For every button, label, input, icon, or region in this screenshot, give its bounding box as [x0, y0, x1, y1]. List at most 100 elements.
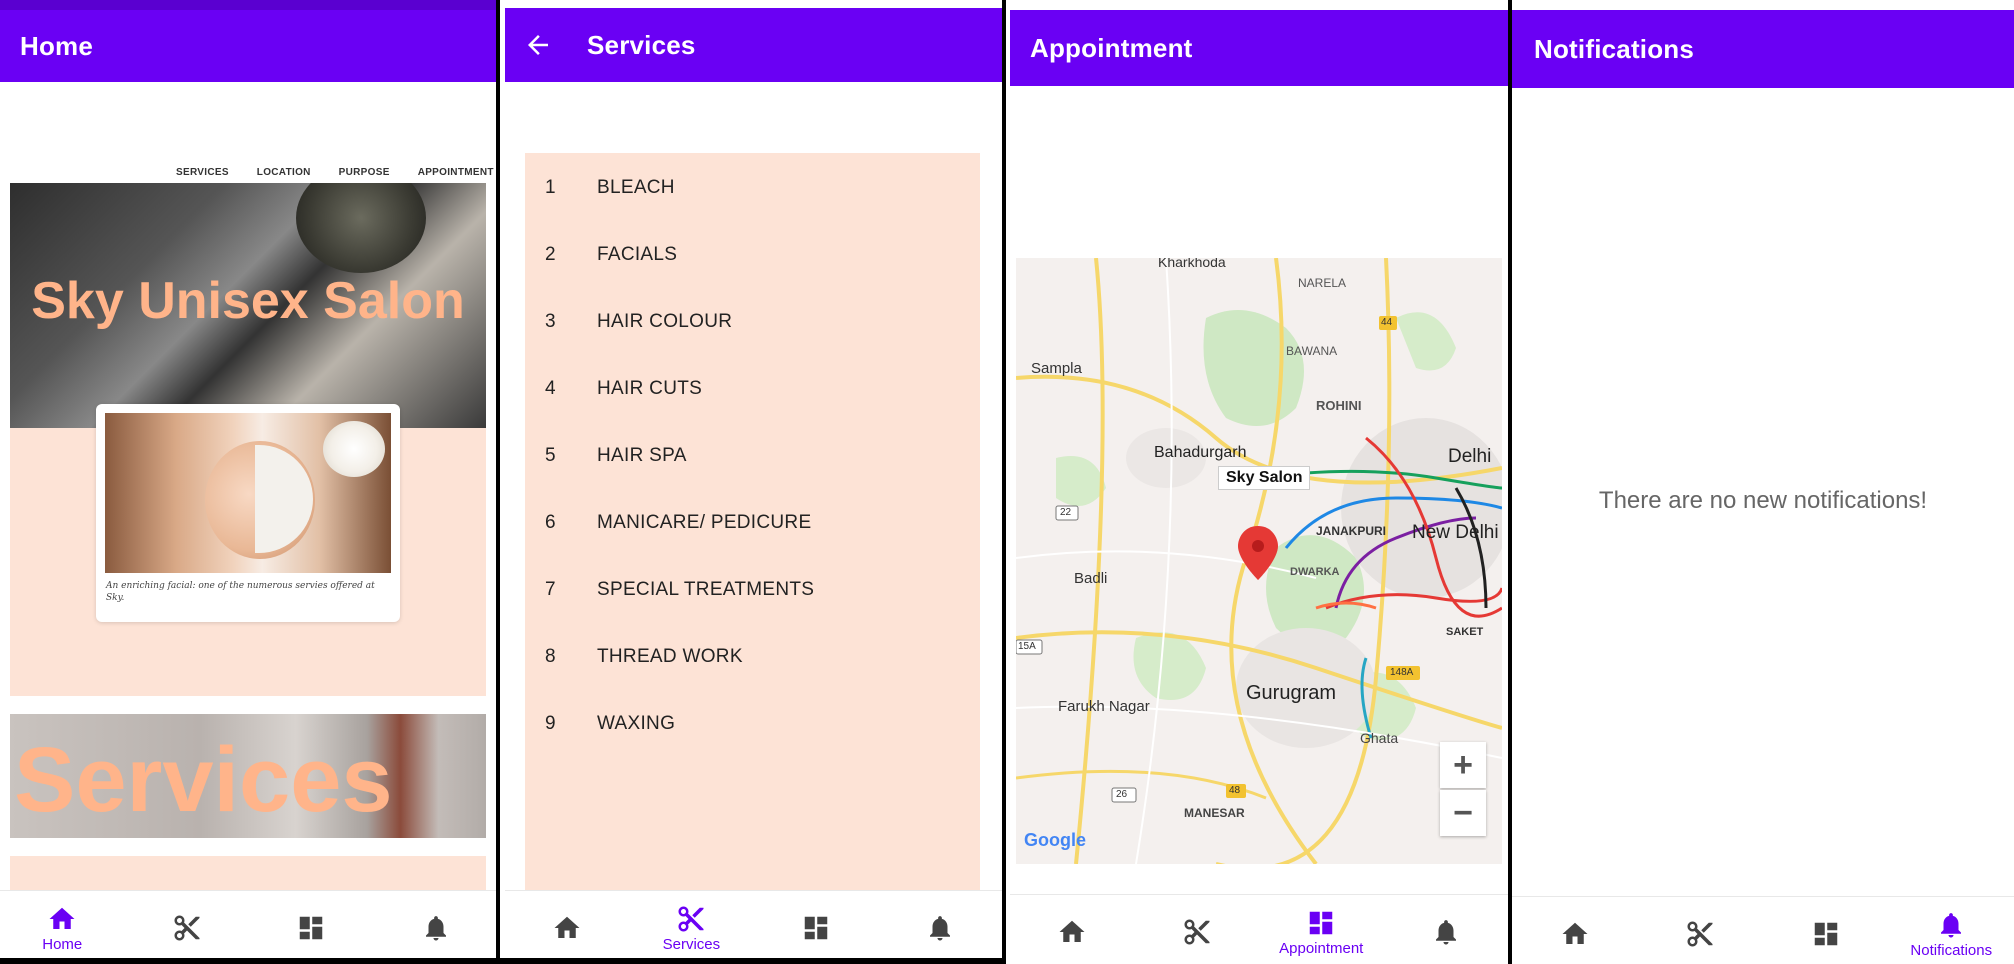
- nav-home[interactable]: Home: [0, 891, 125, 964]
- bottom-navigation: Home: [0, 890, 498, 964]
- nav-home[interactable]: [1512, 897, 1638, 964]
- nav-notifications[interactable]: [878, 891, 1002, 964]
- services-banner-text: Services: [14, 729, 393, 831]
- nav-services-label: Services: [662, 935, 721, 953]
- map-label: Kharkhoda: [1158, 258, 1226, 270]
- nav-appointment[interactable]: [249, 891, 374, 964]
- home-icon: [1562, 922, 1588, 944]
- home-nav-links: SERVICES LOCATION PURPOSE APPOINTMENT: [176, 167, 494, 178]
- link-appointment[interactable]: APPOINTMENT: [418, 167, 494, 178]
- scissors-icon: [678, 906, 704, 931]
- nav-appointment[interactable]: Appointment: [1259, 895, 1384, 964]
- google-logo: Google: [1024, 830, 1086, 850]
- page-title: Services: [587, 29, 696, 60]
- map-label: Sampla: [1031, 360, 1082, 377]
- map-label: 26: [1116, 789, 1128, 800]
- list-item[interactable]: 9 WAXING: [525, 704, 980, 744]
- card-caption: An enriching facial: one of the numerous…: [106, 581, 375, 603]
- notifications-screen: Notifications There are no new notificat…: [1512, 0, 2014, 964]
- list-item[interactable]: 8 THREAD WORK: [525, 637, 980, 677]
- services-banner: Services: [10, 714, 486, 838]
- nav-services[interactable]: Services: [629, 891, 753, 964]
- nav-services[interactable]: [1135, 895, 1260, 964]
- list-item[interactable]: 2 FACIALS: [525, 235, 980, 275]
- map-label: New Delhi: [1412, 522, 1499, 543]
- hero-image: Sky Unisex Salon: [10, 183, 486, 428]
- nav-appointment[interactable]: [754, 891, 878, 964]
- hero-decoration: [296, 183, 426, 273]
- map-label: 22: [1060, 507, 1072, 518]
- nav-home[interactable]: [1010, 895, 1135, 964]
- map-label: Bahadurgarh: [1154, 444, 1247, 461]
- map-label: Badli: [1074, 570, 1108, 587]
- page-title: Appointment: [1030, 32, 1193, 63]
- map-label: 15A: [1018, 641, 1036, 652]
- zoom-out-button[interactable]: −: [1440, 790, 1486, 836]
- nav-appointment-label: Appointment: [1279, 939, 1364, 957]
- list-item[interactable]: 1 BLEACH: [525, 168, 980, 208]
- map-label: Delhi: [1448, 446, 1492, 467]
- bottom-navigation: Services: [505, 890, 1002, 964]
- map-label: DWARKA: [1290, 566, 1340, 578]
- list-item[interactable]: 5 HAIR SPA: [525, 436, 980, 476]
- bottom-navigation: Notifications: [1512, 896, 2014, 964]
- home-app-bar: Home: [0, 10, 498, 82]
- nav-home[interactable]: [505, 891, 629, 964]
- facial-photo: [105, 413, 391, 573]
- map-label: JANAKPURI: [1316, 524, 1387, 538]
- page-title: Notifications: [1534, 33, 1695, 64]
- list-item[interactable]: 3 HAIR COLOUR: [525, 302, 980, 342]
- empty-notifications-message: There are no new notifications!: [1598, 487, 1928, 514]
- dashboard-icon: [1310, 911, 1333, 934]
- bell-icon: [1435, 920, 1456, 945]
- bell-icon: [425, 916, 446, 941]
- scissors-icon: [1687, 921, 1713, 947]
- map-label: 44: [1381, 317, 1393, 328]
- list-item[interactable]: 7 SPECIAL TREATMENTS: [525, 570, 980, 610]
- home-icon: [554, 916, 580, 938]
- list-item[interactable]: 4 HAIR CUTS: [525, 369, 980, 409]
- zoom-in-button[interactable]: +: [1440, 742, 1486, 788]
- link-location[interactable]: LOCATION: [257, 167, 311, 178]
- services-app-bar: Services: [505, 8, 1002, 82]
- map-label: MANESAR: [1184, 806, 1245, 820]
- map-label: NARELA: [1298, 276, 1347, 290]
- services-screen: Services 1 BLEACH 2 FACIALS 3 HAIR COLOUR 4…: [505, 0, 1002, 964]
- appointment-app-bar: Appointment: [1010, 10, 1508, 86]
- map-label: 148A: [1390, 667, 1414, 678]
- back-arrow-icon[interactable]: [523, 30, 553, 60]
- map-roads: [1016, 258, 1502, 864]
- map-label: SAKET: [1446, 626, 1484, 638]
- map-label: BAWANA: [1286, 344, 1338, 358]
- map-label: Farukh Nagar: [1058, 698, 1150, 715]
- nav-services[interactable]: [1638, 897, 1764, 964]
- nav-appointment[interactable]: [1763, 897, 1889, 964]
- link-purpose[interactable]: PURPOSE: [339, 167, 390, 178]
- home-screen: Home SERVICES LOCATION PURPOSE APPOINTME…: [0, 0, 498, 964]
- scissors-icon: [1184, 919, 1210, 945]
- map-label: Ghata: [1360, 730, 1399, 746]
- notifications-app-bar: Notifications: [1512, 10, 2014, 88]
- scissors-icon: [174, 915, 200, 941]
- list-item[interactable]: 6 MANICARE/ PEDICURE: [525, 503, 980, 543]
- nav-services[interactable]: [125, 891, 250, 964]
- dashboard-icon: [804, 916, 827, 940]
- location-map[interactable]: Kharkhoda NARELA 44 BAWANA Sampla ROHINI…: [1016, 258, 1502, 864]
- bell-icon: [929, 916, 950, 941]
- marker-label: Sky Salon: [1218, 466, 1311, 490]
- nav-notifications[interactable]: Notifications: [1889, 897, 2014, 964]
- dashboard-icon: [1814, 922, 1837, 946]
- nav-notifications[interactable]: [374, 891, 499, 964]
- bottom-navigation: Appointment: [1010, 894, 1508, 964]
- bell-icon: [1941, 912, 1962, 937]
- link-services[interactable]: SERVICES: [176, 167, 229, 178]
- map-label: Gurugram: [1246, 682, 1337, 704]
- map-label: 48: [1229, 785, 1241, 796]
- map-label: ROHINI: [1316, 398, 1362, 413]
- page-title: Home: [20, 30, 94, 61]
- hero-title: Sky Unisex Salon: [31, 272, 465, 330]
- nav-notifications[interactable]: [1384, 895, 1509, 964]
- appointment-screen: Appointment Kharkhoda NARELA 44 BAWANA S…: [1010, 0, 1508, 964]
- facial-card: An enriching facial: one of the numerous…: [96, 404, 400, 622]
- services-list: 1 BLEACH 2 FACIALS 3 HAIR COLOUR 4 HAIR CUTS…: [525, 153, 980, 893]
